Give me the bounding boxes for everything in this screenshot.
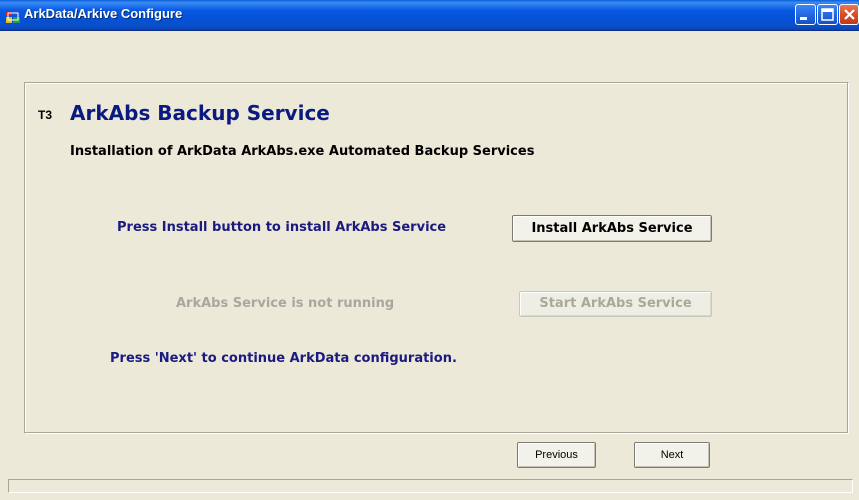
configuration-panel: [24, 82, 849, 434]
section-title: ArkAbs Backup Service: [70, 101, 330, 125]
minimize-button[interactable]: [795, 4, 816, 25]
previous-button[interactable]: Previous: [517, 442, 596, 468]
status-bar: [8, 479, 853, 493]
continue-instruction: Press 'Next' to continue ArkData configu…: [110, 351, 457, 366]
window-title: ArkData/Arkive Configure: [24, 6, 183, 21]
install-instruction: Press Install button to install ArkAbs S…: [117, 220, 447, 235]
section-subtitle: Installation of ArkData ArkAbs.exe Autom…: [70, 144, 535, 159]
maximize-button[interactable]: [817, 4, 838, 25]
start-service-button[interactable]: Start ArkAbs Service: [519, 291, 712, 317]
window-title-bar[interactable]: ArkData/Arkive Configure: [0, 0, 859, 31]
service-status-text: ArkAbs Service is not running: [176, 296, 395, 311]
install-service-button[interactable]: Install ArkAbs Service: [512, 215, 712, 242]
close-button[interactable]: [839, 4, 859, 25]
app-window-icon[interactable]: [6, 8, 20, 23]
step-code: T3: [38, 108, 53, 122]
next-button[interactable]: Next: [634, 442, 710, 468]
